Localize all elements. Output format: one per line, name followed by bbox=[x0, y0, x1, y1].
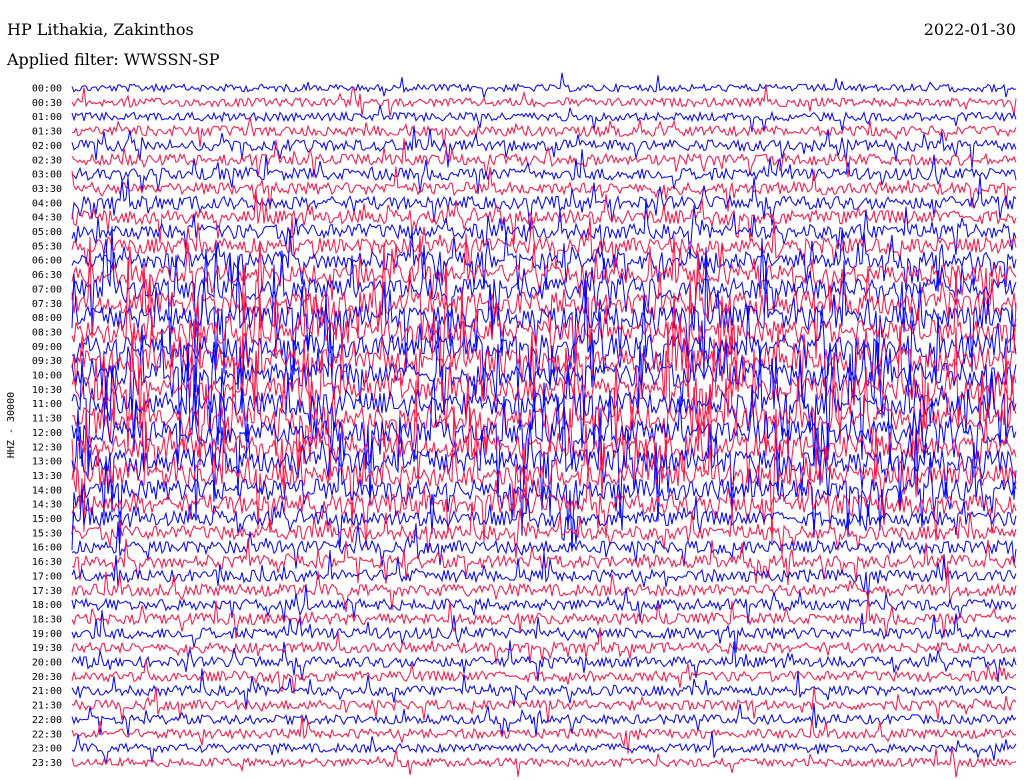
row-tick-label: 10:00 bbox=[32, 371, 62, 382]
row-tick-label: 15:00 bbox=[32, 514, 62, 525]
row-tick-label: 06:00 bbox=[32, 256, 62, 267]
row-tick-label: 06:30 bbox=[32, 270, 62, 281]
trace-line bbox=[71, 747, 1017, 778]
trace-line bbox=[71, 584, 1017, 624]
row-tick-label: 16:00 bbox=[32, 543, 62, 554]
row-tick-label: 07:30 bbox=[32, 299, 62, 310]
row-tick-label: 13:00 bbox=[32, 457, 62, 468]
row-tick-label: 11:00 bbox=[32, 399, 62, 410]
row-tick-label: 21:30 bbox=[32, 701, 62, 712]
row-tick-label: 03:00 bbox=[32, 170, 62, 181]
row-tick-label: 01:00 bbox=[32, 112, 62, 123]
row-tick-label: 04:30 bbox=[32, 213, 62, 224]
row-tick-label: 05:30 bbox=[32, 241, 62, 252]
row-tick-label: 14:00 bbox=[32, 485, 62, 496]
row-tick-label: 12:30 bbox=[32, 442, 62, 453]
row-tick-label: 08:30 bbox=[32, 327, 62, 338]
row-tick-label: 05:00 bbox=[32, 227, 62, 238]
row-tick-label: 23:30 bbox=[32, 758, 62, 769]
row-tick-label: 08:00 bbox=[32, 313, 62, 324]
row-tick-label: 14:30 bbox=[32, 500, 62, 511]
row-tick-label: 17:00 bbox=[32, 571, 62, 582]
row-tick-label: 18:30 bbox=[32, 614, 62, 625]
row-tick-label: 15:30 bbox=[32, 528, 62, 539]
row-tick-label: 19:00 bbox=[32, 629, 62, 640]
trace-line bbox=[71, 189, 1017, 245]
row-tick-label: 01:30 bbox=[32, 127, 62, 138]
row-tick-label: 13:30 bbox=[32, 471, 62, 482]
row-tick-label: 00:30 bbox=[32, 98, 62, 109]
row-tick-label: 23:00 bbox=[32, 744, 62, 755]
row-tick-label: 02:00 bbox=[32, 141, 62, 152]
row-tick-label: 22:30 bbox=[32, 729, 62, 740]
row-tick-label: 07:00 bbox=[32, 284, 62, 295]
trace-line bbox=[71, 72, 1017, 99]
tick-label-group: 00:00 00:30 01:00 01:30 02:00 02:30 03:00 03:30… bbox=[32, 84, 62, 769]
trace-group bbox=[71, 72, 1017, 778]
row-tick-label: 18:00 bbox=[32, 600, 62, 611]
row-tick-label: 12:00 bbox=[32, 428, 62, 439]
row-tick-label: 09:30 bbox=[32, 356, 62, 367]
trace-line bbox=[71, 85, 1017, 117]
row-tick-label: 17:30 bbox=[32, 586, 62, 597]
row-tick-label: 03:30 bbox=[32, 184, 62, 195]
row-tick-label: 00:00 bbox=[32, 84, 62, 95]
row-tick-label: 02:30 bbox=[32, 155, 62, 166]
row-tick-label: 20:00 bbox=[32, 658, 62, 669]
row-tick-label: 20:30 bbox=[32, 672, 62, 683]
row-tick-label: 10:30 bbox=[32, 385, 62, 396]
row-tick-label: 04:00 bbox=[32, 198, 62, 209]
y-axis-label: HHZ - 30000 bbox=[6, 392, 17, 458]
seismogram-plot: 00:00 00:30 01:00 01:30 02:00 02:30 03:00 03:30… bbox=[6, 72, 1017, 778]
trace-line bbox=[71, 105, 1017, 133]
row-tick-label: 19:30 bbox=[32, 643, 62, 654]
row-tick-label: 16:30 bbox=[32, 557, 62, 568]
row-tick-label: 21:00 bbox=[32, 686, 62, 697]
row-tick-label: 11:30 bbox=[32, 414, 62, 425]
row-tick-label: 22:00 bbox=[32, 715, 62, 726]
row-tick-label: 09:00 bbox=[32, 342, 62, 353]
trace-line bbox=[71, 341, 1017, 471]
